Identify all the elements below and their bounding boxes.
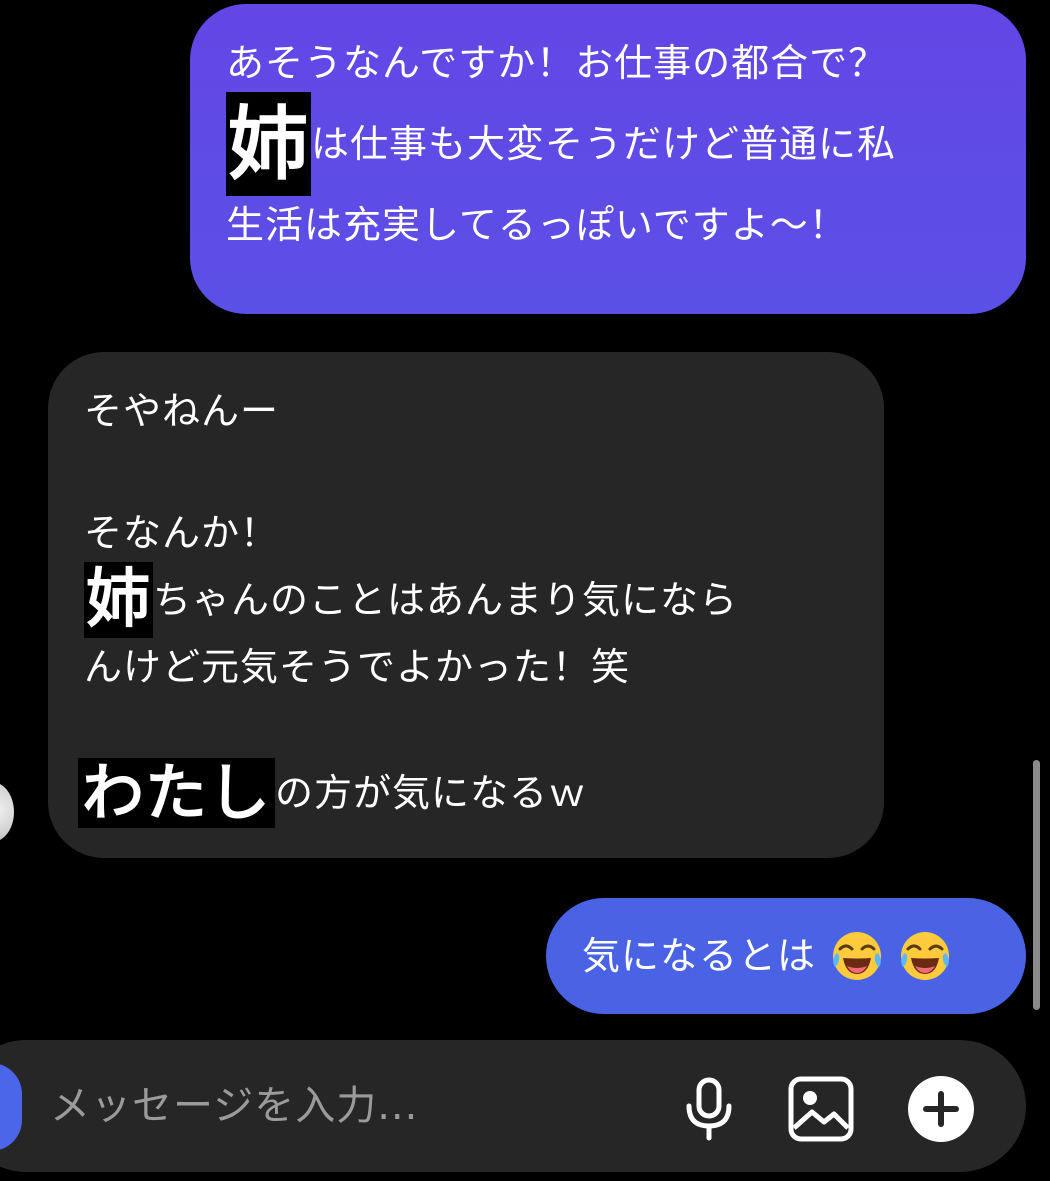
outgoing-message-bubble[interactable]: 気になるとは: [546, 898, 1026, 1014]
message-text: ちゃんのことはあんまり気になら: [153, 578, 739, 622]
plus-circle-icon[interactable]: [906, 1074, 976, 1144]
avatar[interactable]: [0, 782, 14, 842]
message-text-line: そやねんー: [84, 389, 280, 433]
message-text-line: 姉ちゃんのことはあんまり気になら: [84, 562, 854, 638]
message-text: は仕事も大変そうだけど普通に私: [311, 122, 897, 166]
message-text: の方が気になるｗ: [275, 771, 588, 815]
microphone-icon[interactable]: [674, 1074, 744, 1144]
incoming-message-bubble[interactable]: そやねんー そなんか！ 姉ちゃんのことはあんまり気になら んけど元気そうでよかっ…: [48, 352, 884, 858]
image-icon[interactable]: [786, 1074, 856, 1144]
message-input[interactable]: [50, 1076, 610, 1136]
message-text-line: 姉は仕事も大変そうだけど普通に私: [226, 92, 996, 196]
face-with-tears-of-joy-icon: [901, 932, 950, 980]
message-text-line: んけど元気そうでよかった！笑: [84, 645, 631, 689]
face-with-tears-of-joy-icon: [833, 932, 882, 980]
message-text-line: わたし の方が気になるｗ: [78, 758, 854, 828]
scrollbar[interactable]: [1033, 760, 1040, 1010]
message-text-line: 生活は充実してるっぽいですよ〜！: [226, 203, 848, 247]
message-text: 気になるとは: [582, 934, 817, 978]
highlighted-word: 姉: [84, 562, 153, 638]
highlighted-word: わたし: [78, 758, 276, 828]
chat-screen: あそうなんですか！お仕事の都合で？ 姉は仕事も大変そうだけど普通に私 生活は充実…: [0, 0, 1050, 1181]
highlighted-word: 姉: [226, 92, 311, 196]
message-text-line: そなんか！: [84, 511, 280, 555]
outgoing-message-bubble[interactable]: あそうなんですか！お仕事の都合で？ 姉は仕事も大変そうだけど普通に私 生活は充実…: [190, 4, 1026, 314]
message-text-line: あそうなんですか！お仕事の都合で？: [226, 41, 888, 85]
